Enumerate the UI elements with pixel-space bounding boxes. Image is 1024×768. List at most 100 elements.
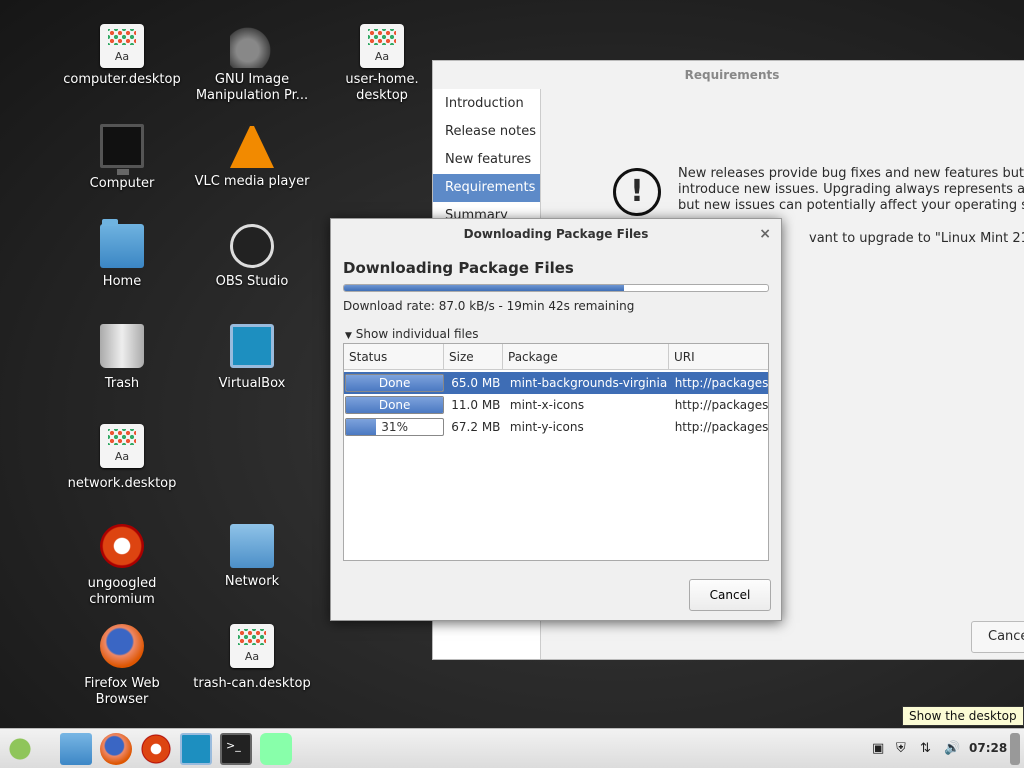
trash-icon xyxy=(100,324,144,368)
overall-progress-fill xyxy=(344,285,624,291)
show-files-expander[interactable]: ▼ Show individual files xyxy=(345,327,479,341)
desktop-icon-label: computer.desktop xyxy=(63,72,181,87)
firefox-icon[interactable] xyxy=(100,733,132,765)
desktop-icon-chromium[interactable]: ungoogled chromium xyxy=(58,524,186,608)
desktop-icon-network[interactable]: Network xyxy=(188,524,316,590)
desktop-icon-firefox[interactable]: Firefox Web Browser xyxy=(58,624,186,708)
row-package: mint-backgrounds-virginia xyxy=(509,376,668,390)
show-desktop-button[interactable] xyxy=(1010,733,1020,765)
desktop-icon-trash[interactable]: Trash xyxy=(58,324,186,392)
home-folder-icon xyxy=(100,219,144,268)
dialog-titlebar: Downloading Package Files × xyxy=(331,219,781,249)
desktop-icon-virtualbox[interactable]: VirtualBox xyxy=(188,324,316,392)
row-status-bar: 31% xyxy=(345,418,445,436)
desktop-icon-label: network.desktop xyxy=(67,476,177,491)
nav-item-new-features[interactable]: New features xyxy=(433,146,540,174)
desktop-icon-label: OBS Studio xyxy=(215,274,289,289)
upgrade-cancel-button[interactable]: Cance xyxy=(971,621,1024,653)
desktop-icon-computer[interactable]: Computer xyxy=(58,124,186,192)
desktop-icon-label: Home xyxy=(102,274,142,289)
cancel-button[interactable]: Cancel xyxy=(689,579,771,611)
desktop-icon-label: GNU Image Manipulation Pr... xyxy=(195,72,309,103)
nav-item-introduction[interactable]: Introduction xyxy=(433,90,540,118)
requirements-line: New releases provide bug fixes and new f… xyxy=(678,166,1024,181)
network-icon[interactable]: ⇅ xyxy=(920,741,931,756)
nav-item-release-notes[interactable]: Release notes xyxy=(433,118,540,146)
desktop-icon-trash-can-desktop[interactable]: Aa trash-can.desktop xyxy=(188,624,316,692)
clock[interactable]: 07:28 xyxy=(969,741,1007,755)
desktop-icon-label: Trash xyxy=(104,376,140,391)
desktop-icon-label: VirtualBox xyxy=(218,376,286,391)
gimp-icon xyxy=(230,24,274,68)
files-table: Status Size Package URI Done 65.0 MB min… xyxy=(343,343,769,561)
row-uri: http://packages xyxy=(674,420,769,434)
desktop-icon-home[interactable]: Home xyxy=(58,219,186,290)
requirements-line: introduce new issues. Upgrading always r… xyxy=(678,182,1024,197)
requirements-text: New releases provide bug fixes and new f… xyxy=(678,166,1024,214)
warning-icon: ! xyxy=(613,168,661,216)
taskbar: >_ ▣ ⛨ ⇅ 🔊 07:28 xyxy=(0,728,1024,768)
requirements-line: but new issues can potentially affect yo… xyxy=(678,198,1024,213)
desktop-icon-label: Computer xyxy=(89,176,155,191)
desktop-icon-user-home[interactable]: Aa user-home. desktop xyxy=(318,24,446,104)
table-row[interactable]: Done 11.0 MB mint-x-icons http://package… xyxy=(344,394,768,416)
show-desktop-tooltip: Show the desktop xyxy=(902,706,1024,726)
close-icon[interactable]: × xyxy=(759,219,771,249)
row-uri: http://packages xyxy=(674,376,769,390)
files-icon[interactable] xyxy=(60,733,92,765)
table-row[interactable]: 31% 67.2 MB mint-y-icons http://packages xyxy=(344,416,768,438)
dialog-title: Downloading Package Files xyxy=(463,227,649,241)
clipboard-icon[interactable]: ▣ xyxy=(872,741,884,756)
triangle-down-icon: ▼ xyxy=(345,331,352,341)
desktop-file-icon: Aa xyxy=(100,24,144,68)
upgrade-question: vant to upgrade to "Linux Mint 21.3 Virg… xyxy=(809,231,1024,246)
monitor-icon xyxy=(100,124,144,175)
column-header-status[interactable]: Status xyxy=(344,344,444,369)
download-rate: Download rate: 87.0 kB/s - 19min 42s rem… xyxy=(343,299,635,313)
row-package: mint-x-icons xyxy=(509,398,585,412)
desktop-file-icon: Aa xyxy=(230,624,274,668)
desktop-file-icon: Aa xyxy=(100,424,144,468)
volume-icon[interactable]: 🔊 xyxy=(944,741,960,756)
mint-menu-icon[interactable] xyxy=(4,733,36,765)
row-status: 31% xyxy=(381,420,408,434)
desktop-icon-label: user-home. desktop xyxy=(345,72,419,103)
row-progress-fill xyxy=(346,419,377,435)
desktop-file-icon: Aa xyxy=(360,24,404,68)
upgrade-window-title: Requirements xyxy=(684,68,780,82)
chromium-icon[interactable] xyxy=(140,733,172,765)
row-size: 65.0 MB xyxy=(451,376,501,390)
desktop-icon-label: trash-can.desktop xyxy=(193,676,311,691)
update-manager-icon[interactable] xyxy=(260,733,292,765)
dialog-heading: Downloading Package Files xyxy=(343,259,574,277)
column-header-size[interactable]: Size xyxy=(444,344,503,369)
column-header-package[interactable]: Package xyxy=(503,344,669,369)
shield-icon[interactable]: ⛨ xyxy=(896,741,906,756)
virtualbox-icon[interactable] xyxy=(180,733,212,765)
row-status: Done xyxy=(378,376,411,390)
row-package: mint-y-icons xyxy=(509,420,584,434)
table-header: Status Size Package URI xyxy=(344,344,768,370)
desktop-icon-gimp[interactable]: GNU Image Manipulation Pr... xyxy=(188,24,316,104)
row-status: Done xyxy=(378,398,411,412)
expander-label: Show individual files xyxy=(355,327,479,341)
row-size: 11.0 MB xyxy=(451,398,501,412)
nav-item-requirements[interactable]: Requirements xyxy=(433,174,540,202)
obs-icon xyxy=(230,224,274,268)
virtualbox-icon xyxy=(230,324,274,368)
firefox-icon xyxy=(100,624,144,668)
download-dialog: Downloading Package Files × Downloading … xyxy=(330,218,782,621)
desktop-icon-network-desktop[interactable]: Aa network.desktop xyxy=(58,424,186,492)
vlc-icon xyxy=(230,124,274,168)
desktop-icon-computer-desktop[interactable]: Aa computer.desktop xyxy=(58,24,186,88)
overall-progress-bar xyxy=(343,284,769,292)
terminal-icon[interactable]: >_ xyxy=(220,733,252,765)
chromium-icon xyxy=(100,524,144,568)
desktop-icon-label: Network xyxy=(224,574,280,589)
table-row[interactable]: Done 65.0 MB mint-backgrounds-virginia h… xyxy=(344,372,768,394)
desktop-icon-label: Firefox Web Browser xyxy=(84,676,160,707)
desktop-icon-vlc[interactable]: VLC media player xyxy=(188,124,316,190)
row-uri: http://packages xyxy=(674,398,769,412)
desktop-icon-obs[interactable]: OBS Studio xyxy=(188,224,316,290)
column-header-uri[interactable]: URI xyxy=(669,344,768,369)
